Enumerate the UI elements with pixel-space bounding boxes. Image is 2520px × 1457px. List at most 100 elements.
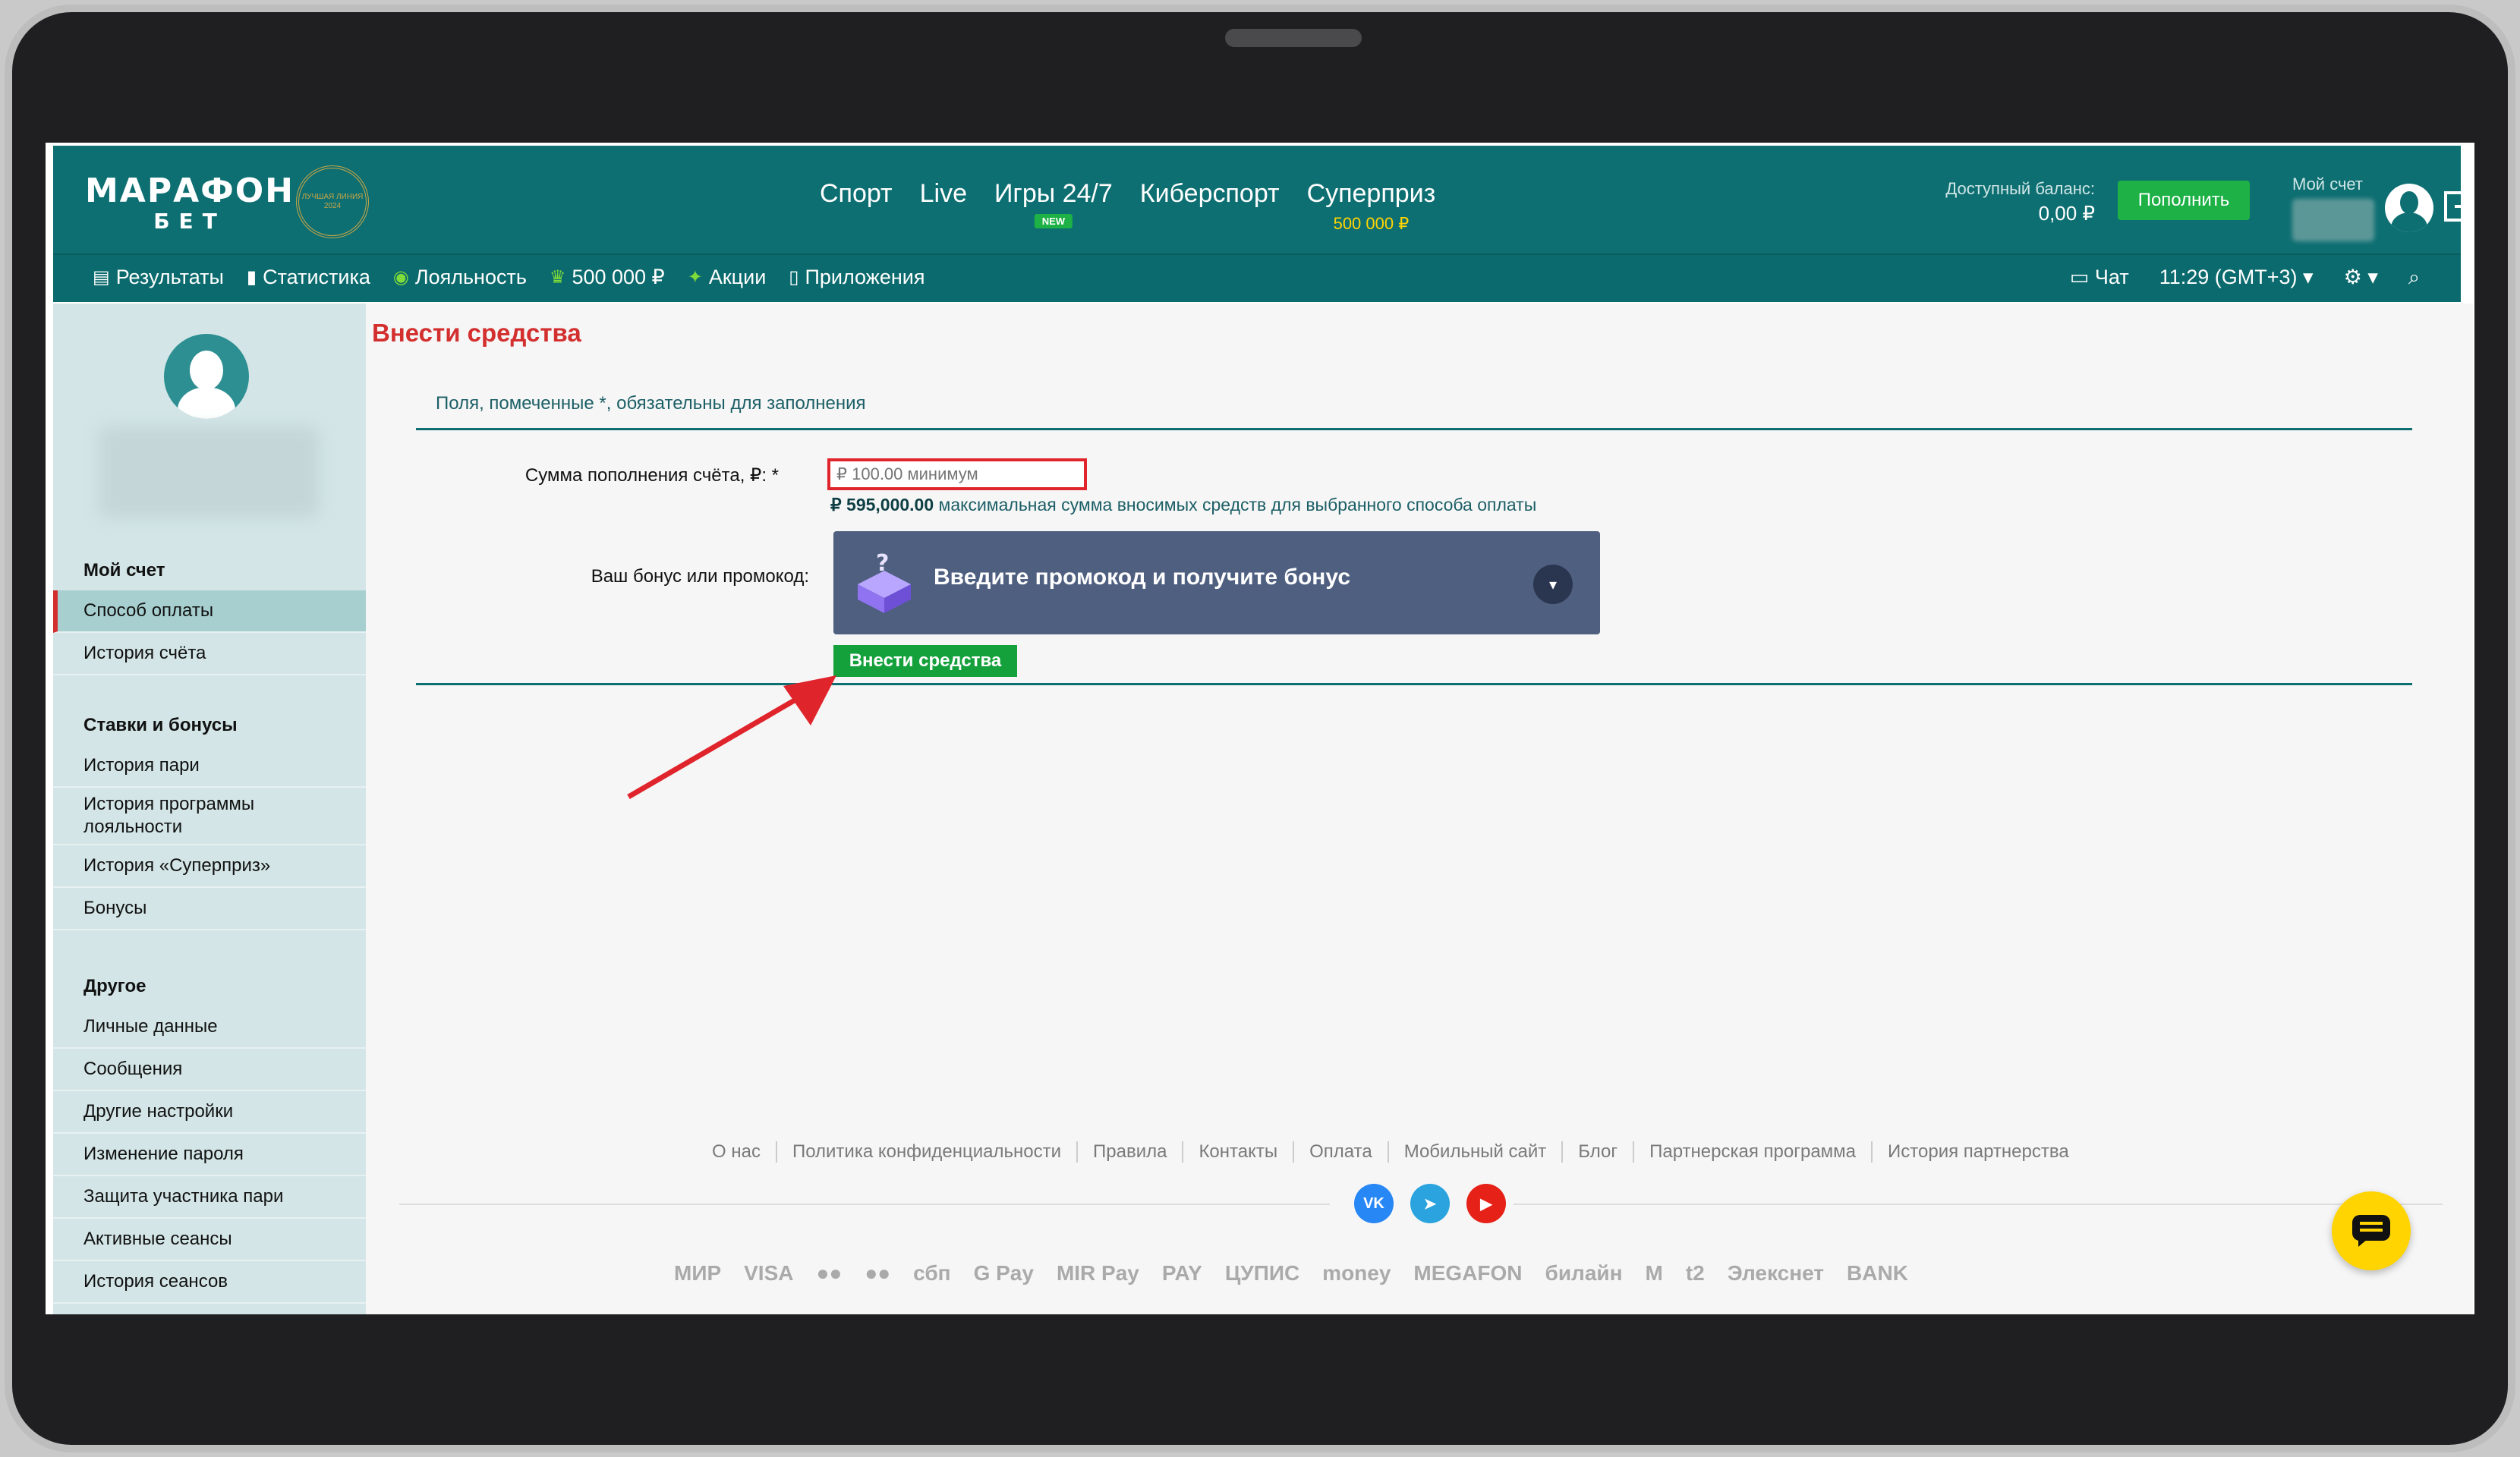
subnav-loyalty[interactable]: ◉ Лояльность [393, 266, 527, 289]
sidebar-item-loyalty-history[interactable]: История программы лояльности [53, 788, 366, 845]
sidebar-item-bettor-protection[interactable]: Защита участника пари [53, 1176, 366, 1219]
sidebar-item-messages[interactable]: Сообщения [53, 1049, 366, 1091]
logout-icon[interactable] [2440, 185, 2474, 228]
nav-esports[interactable]: Киберспорт [1140, 179, 1280, 209]
amount-label: Сумма пополнения счёта, ₽: * [524, 465, 779, 486]
site-logo[interactable]: МАРАФОН БЕТ [85, 172, 295, 234]
footer-divider [1514, 1204, 2443, 1205]
sidebar-item-bet-history[interactable]: История пари [53, 745, 366, 788]
main-nav: Спорт Live Игры 24/7 NEW Киберспорт Супер… [820, 179, 1436, 233]
chat-label: Чат [2094, 266, 2129, 288]
loyalty-icon: ◉ [392, 267, 409, 288]
submit-deposit-button[interactable]: Внести средства [833, 645, 1017, 677]
t2-logo: t2 [1685, 1261, 1705, 1285]
deposit-page: Внести средства Поля, помеченные *, обяз… [366, 304, 2473, 1314]
chat-link[interactable]: ▭ Чат [2070, 266, 2129, 290]
avatar-icon[interactable] [2385, 184, 2433, 232]
promo-icon: ✦ [687, 267, 703, 288]
badge-text: ЛУЧШАЯ ЛИНИЯ 2024 [301, 193, 364, 210]
chat-fab-button[interactable] [2332, 1191, 2411, 1270]
megafon-logo: MEGAFON [1413, 1261, 1523, 1285]
beeline-logo: билайн [1545, 1261, 1623, 1285]
results-icon: ▤ [93, 267, 110, 288]
telegram-icon[interactable]: ➤ [1410, 1184, 1450, 1223]
vk-icon[interactable]: VK [1354, 1184, 1394, 1223]
social-links: VK ➤ ▶ [1354, 1184, 1506, 1223]
mirpay-logo: MIR Pay [1056, 1261, 1139, 1285]
footer-link[interactable]: Мобильный сайт [1387, 1141, 1562, 1163]
amount-input[interactable] [827, 458, 1087, 490]
footer-link[interactable]: История партнерства [1871, 1141, 2084, 1163]
sidebar-section-bets: Ставки и бонусы История пари История про… [53, 706, 366, 930]
account-label: Мой счет [2292, 175, 2364, 194]
nav-sport[interactable]: Спорт [820, 179, 893, 209]
logo-main-text: МАРАФОН [85, 172, 295, 210]
secondary-nav: ▤ Результаты ▮ Статистика ◉ Лояльность ♛ 500… [53, 253, 2461, 302]
best-line-badge: ЛУЧШАЯ ЛИНИЯ 2024 [296, 165, 369, 238]
chevron-down-icon[interactable]: ▾ [1533, 565, 1573, 604]
sidebar-item-active-sessions[interactable]: Активные сеансы [53, 1219, 366, 1261]
sidebar-item-superprize-history[interactable]: История «Суперприз» [53, 845, 366, 888]
required-fields-note: Поля, помеченные *, обязательны для запо… [436, 393, 866, 414]
youtube-icon[interactable]: ▶ [1466, 1184, 1506, 1223]
visa-logo: VISA [744, 1261, 794, 1285]
footer-link[interactable]: Политика конфиденциальности [775, 1141, 1076, 1163]
profile-avatar [164, 334, 249, 419]
time-label: 11:29 (GMT+3) [2159, 266, 2298, 288]
subnav-results[interactable]: ▤ Результаты [93, 266, 224, 289]
mastercard-logo: ●● [816, 1261, 843, 1285]
payment-methods: МИР VISA ●● ●● сбп G Pay MIR Pay PAY ЦУП… [674, 1261, 1908, 1285]
subnav-label: 500 000 ₽ [572, 266, 665, 288]
nav-label: Суперприз [1306, 179, 1436, 208]
footer-link[interactable]: Партнерская программа [1633, 1141, 1871, 1163]
gpay-logo: G Pay [973, 1261, 1034, 1285]
superprize-amount: 500 000 ₽ [1333, 214, 1410, 233]
top-deposit-button[interactable]: Пополнить [2118, 181, 2250, 220]
promo-code-dropdown[interactable]: ? Введите промокод и получите бонус ▾ [833, 531, 1600, 634]
chat-icon: ▭ [2069, 266, 2090, 288]
subnav-label: Результаты [115, 266, 224, 288]
subnav-label: Лояльность [414, 266, 527, 288]
subnav-apps[interactable]: ▯ Приложения [789, 266, 925, 289]
cupis-logo: ЦУПИС [1224, 1261, 1300, 1285]
mts-logo: M [1645, 1261, 1663, 1285]
sidebar-item-account-history[interactable]: История счёта [53, 633, 366, 675]
sidebar-section-other: Другое Личные данные Сообщения Другие на… [53, 967, 366, 1304]
top-header: МАРАФОН БЕТ ЛУЧШАЯ ЛИНИЯ 2024 Спорт Live… [53, 146, 2474, 253]
nav-superprize[interactable]: Суперприз 500 000 ₽ [1306, 179, 1436, 233]
sidebar-item-change-password[interactable]: Изменение пароля [53, 1134, 366, 1176]
footer-link[interactable]: Блог [1561, 1141, 1633, 1163]
yoomoney-logo: money [1322, 1261, 1391, 1285]
elecsnet-logo: Элекснет [1727, 1261, 1825, 1285]
footer-link[interactable]: О нас [697, 1141, 776, 1163]
new-badge: NEW [1034, 214, 1073, 228]
device-notch [1225, 29, 1362, 47]
footer-link[interactable]: Правила [1076, 1141, 1182, 1163]
account-block[interactable]: Мой счет [2292, 175, 2374, 241]
footer-link[interactable]: Оплата [1293, 1141, 1388, 1163]
time-selector[interactable]: 11:29 (GMT+3) ▾ [2159, 266, 2314, 290]
chat-bubble-icon [2352, 1215, 2390, 1247]
sidebar-item-bonuses[interactable]: Бонусы [53, 888, 366, 930]
sidebar-item-payment-method[interactable]: Способ оплаты [53, 590, 366, 633]
sidebar-item-session-history[interactable]: История сеансов [53, 1261, 366, 1304]
divider [416, 428, 2412, 430]
subnav-promotions[interactable]: ✦ Акции [688, 266, 767, 289]
subnav-label: Статистика [263, 266, 370, 288]
mir-logo: МИР [674, 1261, 722, 1285]
nav-games[interactable]: Игры 24/7 NEW [994, 179, 1113, 228]
footer-divider [399, 1204, 1330, 1205]
sidebar-heading: Мой счет [83, 560, 165, 581]
subnav-statistics[interactable]: ▮ Статистика [247, 266, 370, 289]
sidebar-heading: Другое [83, 976, 146, 996]
settings-icon[interactable]: ⚙ ▾ [2344, 266, 2378, 290]
nav-live[interactable]: Live [920, 179, 967, 209]
balance-value: 0,00 ₽ [2038, 202, 2095, 225]
search-icon[interactable]: ⌕ [2408, 266, 2420, 290]
subnav-prize[interactable]: ♛ 500 000 ₽ [550, 266, 665, 289]
account-id-blurred [2292, 199, 2374, 241]
profile-info-blurred [99, 426, 319, 518]
sidebar-item-other-settings[interactable]: Другие настройки [53, 1091, 366, 1134]
footer-link[interactable]: Контакты [1182, 1141, 1293, 1163]
sidebar-item-personal-data[interactable]: Личные данные [53, 1006, 366, 1049]
